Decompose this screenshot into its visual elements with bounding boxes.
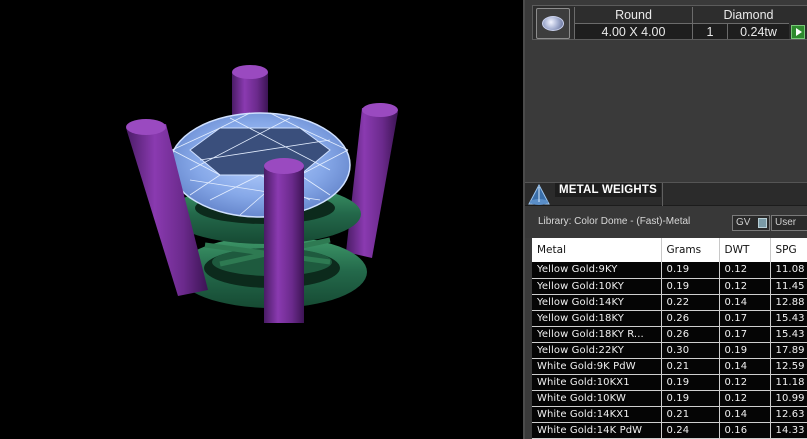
metal-cell: Yellow Gold:9KY bbox=[532, 262, 662, 279]
grams-cell: 0.26 bbox=[661, 326, 720, 343]
dwt-cell: 0.12 bbox=[719, 374, 771, 391]
stone-shape-header: Round bbox=[574, 7, 692, 23]
dwt-cell: 0.17 bbox=[719, 310, 771, 327]
library-row: Library: Color Dome - (Fast)-Metal GV Us… bbox=[525, 206, 807, 238]
metal-weights-table[interactable]: Metal Grams DWT SPG Yellow Gold:9KY 0.19 0… bbox=[532, 238, 807, 439]
dwt-cell: 0.14 bbox=[719, 358, 771, 375]
table-row[interactable]: White Gold:14K PdW 0.24 0.16 14.33 bbox=[532, 422, 807, 439]
metal-weights-title[interactable]: METAL WEIGHTS bbox=[555, 183, 662, 197]
metal-cell: White Gold:14K PdW bbox=[532, 422, 662, 439]
user-selector[interactable]: User bbox=[771, 215, 807, 231]
gv-label: GV bbox=[736, 217, 751, 228]
table-row[interactable]: White Gold:10KW 0.19 0.12 10.99 bbox=[532, 390, 807, 407]
stone-qty-value: 1 bbox=[692, 23, 727, 39]
properties-panel: Round Diamond 4.00 X 4.00 1 0.24tw METAL… bbox=[523, 0, 807, 439]
dwt-cell: 0.19 bbox=[719, 342, 771, 359]
spg-cell: 11.18 bbox=[770, 374, 807, 391]
metal-cell: Yellow Gold:18KY R... bbox=[532, 326, 662, 343]
grams-cell: 0.19 bbox=[661, 278, 720, 295]
stone-size-value: 4.00 X 4.00 bbox=[574, 23, 692, 39]
play-arrow-icon[interactable] bbox=[791, 25, 805, 39]
stone-type-header: Diamond bbox=[692, 7, 804, 23]
dwt-cell: 0.12 bbox=[719, 390, 771, 407]
grams-cell: 0.26 bbox=[661, 310, 720, 327]
color-dome-icon bbox=[528, 184, 550, 205]
table-row[interactable]: Yellow Gold:22KY 0.30 0.19 17.89 bbox=[532, 342, 807, 359]
grams-cell: 0.19 bbox=[661, 390, 720, 407]
prong-back-right bbox=[346, 103, 398, 258]
metal-cell: White Gold:14KX1 bbox=[532, 406, 662, 423]
table-row[interactable]: Yellow Gold:10KY 0.19 0.12 11.45 bbox=[532, 278, 807, 295]
dwt-cell: 0.14 bbox=[719, 294, 771, 311]
table-row[interactable]: Yellow Gold:14KY 0.22 0.14 12.88 bbox=[532, 294, 807, 311]
column-header-dwt[interactable]: DWT bbox=[719, 238, 771, 262]
table-row[interactable]: Yellow Gold:9KY 0.19 0.12 11.08 bbox=[532, 262, 807, 279]
spg-cell: 11.45 bbox=[770, 278, 807, 295]
grams-cell: 0.22 bbox=[661, 294, 720, 311]
dwt-cell: 0.12 bbox=[719, 262, 771, 279]
metal-cell: White Gold:10KX1 bbox=[532, 374, 662, 391]
diamond-wireframe bbox=[169, 112, 351, 218]
user-label: User bbox=[775, 217, 797, 228]
prong-front-right bbox=[264, 158, 304, 323]
spg-cell: 15.43 bbox=[770, 310, 807, 327]
dwt-cell: 0.17 bbox=[719, 326, 771, 343]
stone-weight-value: 0.24tw bbox=[727, 23, 789, 39]
spg-cell: 14.33 bbox=[770, 422, 807, 439]
grams-cell: 0.30 bbox=[661, 342, 720, 359]
grams-cell: 0.24 bbox=[661, 422, 720, 439]
3d-viewport[interactable] bbox=[0, 0, 523, 439]
table-row[interactable]: Yellow Gold:18KY R... 0.26 0.17 15.43 bbox=[532, 326, 807, 343]
metal-cell: Yellow Gold:18KY bbox=[532, 310, 662, 327]
table-header-row: Metal Grams DWT SPG bbox=[532, 238, 807, 262]
ring-model-render bbox=[126, 65, 398, 323]
metal-cell: Yellow Gold:22KY bbox=[532, 342, 662, 359]
table-row[interactable]: White Gold:9K PdW 0.21 0.14 12.59 bbox=[532, 358, 807, 375]
column-header-grams[interactable]: Grams bbox=[661, 238, 720, 262]
spg-cell: 12.59 bbox=[770, 358, 807, 375]
grams-cell: 0.21 bbox=[661, 358, 720, 375]
gv-spinner-icon[interactable] bbox=[758, 218, 767, 228]
grams-cell: 0.21 bbox=[661, 406, 720, 423]
stone-info-table: Round Diamond 4.00 X 4.00 1 0.24tw bbox=[532, 5, 807, 40]
dwt-cell: 0.12 bbox=[719, 278, 771, 295]
spg-cell: 15.43 bbox=[770, 326, 807, 343]
metal-weights-header: METAL WEIGHTS bbox=[525, 182, 807, 207]
table-row[interactable]: White Gold:14KX1 0.21 0.14 12.63 bbox=[532, 406, 807, 423]
gv-selector[interactable]: GV bbox=[732, 215, 770, 231]
spg-cell: 12.88 bbox=[770, 294, 807, 311]
dwt-cell: 0.16 bbox=[719, 422, 771, 439]
metal-cell: White Gold:10KW bbox=[532, 390, 662, 407]
spg-cell: 17.89 bbox=[770, 342, 807, 359]
metal-cell: White Gold:9K PdW bbox=[532, 358, 662, 375]
grams-cell: 0.19 bbox=[661, 262, 720, 279]
spg-cell: 10.99 bbox=[770, 390, 807, 407]
dwt-cell: 0.14 bbox=[719, 406, 771, 423]
column-header-spg[interactable]: SPG bbox=[770, 238, 807, 262]
table-row[interactable]: Yellow Gold:18KY 0.26 0.17 15.43 bbox=[532, 310, 807, 327]
table-row[interactable]: White Gold:10KX1 0.19 0.12 11.18 bbox=[532, 374, 807, 391]
metal-cell: Yellow Gold:10KY bbox=[532, 278, 662, 295]
library-label: Library: Color Dome - (Fast)-Metal bbox=[538, 216, 691, 227]
column-header-metal[interactable]: Metal bbox=[532, 238, 662, 262]
round-diamond-icon[interactable] bbox=[536, 8, 570, 39]
spg-cell: 11.08 bbox=[770, 262, 807, 279]
metal-cell: Yellow Gold:14KY bbox=[532, 294, 662, 311]
grams-cell: 0.19 bbox=[661, 374, 720, 391]
spg-cell: 12.63 bbox=[770, 406, 807, 423]
